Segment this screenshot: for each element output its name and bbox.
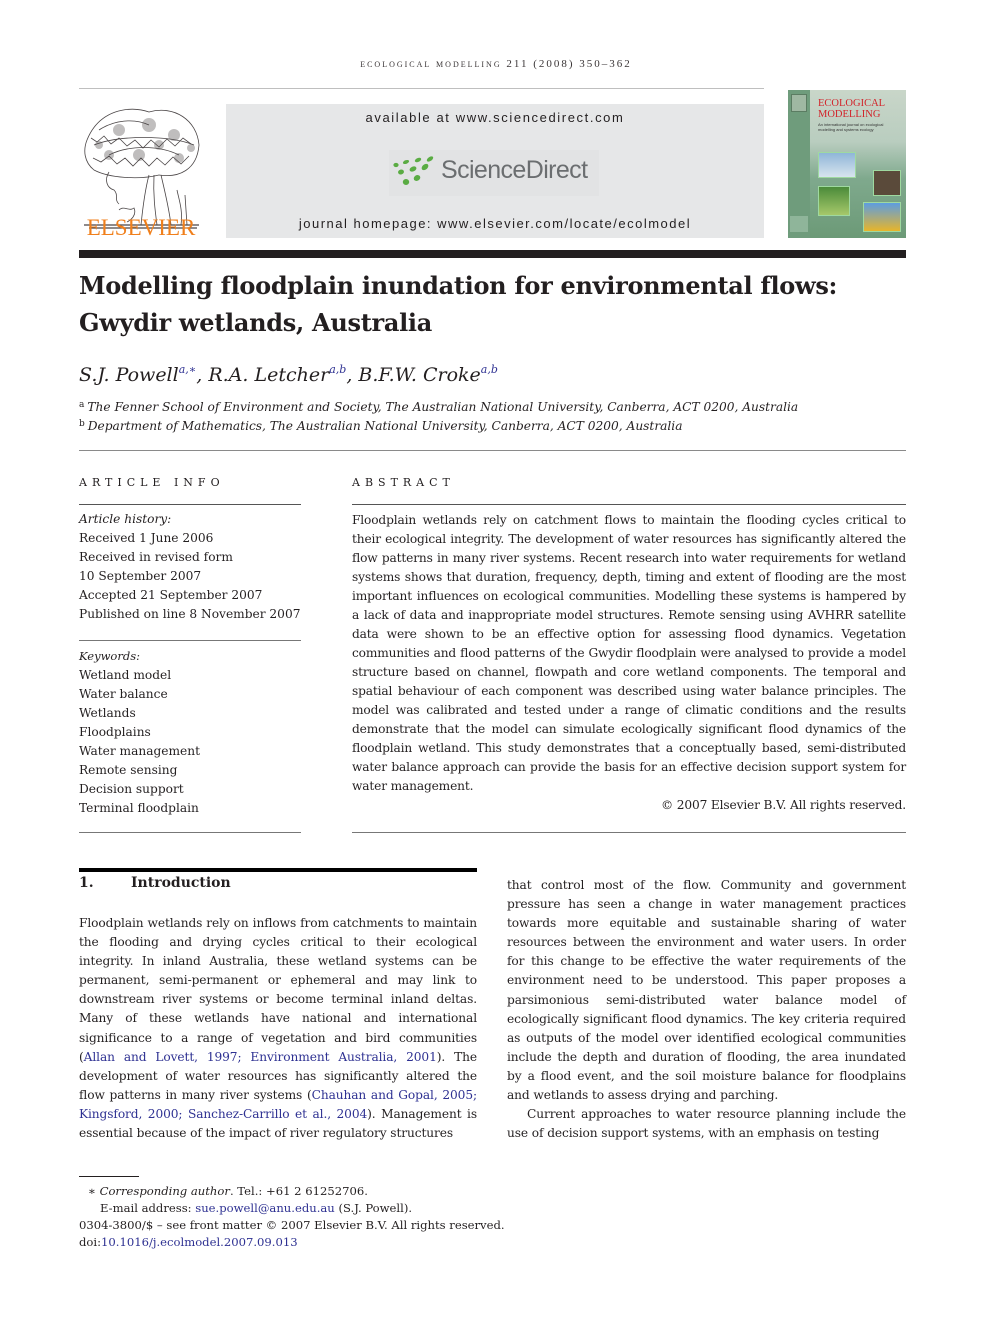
keywords-list: Keywords: Wetland model Water balance We…: [79, 647, 301, 818]
history-item: Received 1 June 2006: [79, 531, 214, 545]
affiliation-divider: [79, 450, 906, 451]
email-link[interactable]: sue.powell@anu.edu.au: [195, 1201, 335, 1215]
affiliation-a: a The Fenner School of Environment and So…: [79, 400, 799, 414]
available-at-link[interactable]: available at www.sciencedirect.com: [226, 110, 764, 125]
article-info-bottom-rule: [79, 832, 301, 833]
article-title: Modelling floodplain inundation for envi…: [79, 271, 838, 337]
doi-line: doi:10.1016/j.ecolmodel.2007.09.013: [79, 1235, 298, 1249]
cover-photo-bird: [818, 186, 850, 216]
intro-left-column: Floodplain wetlands rely on inflows from…: [79, 914, 477, 1143]
citation-link[interactable]: Allan and Lovett, 1997; Environment Aust…: [84, 1050, 437, 1064]
intro-paragraph: Floodplain wetlands rely on inflows from…: [79, 916, 478, 1141]
section-title: Introduction: [131, 875, 231, 891]
sciencedirect-wordmark: ScienceDirect: [441, 156, 588, 184]
abstract-heading: abstract: [352, 476, 455, 489]
article-info-heading: article info: [79, 476, 225, 489]
keyword-item: Floodplains: [79, 725, 151, 739]
author-affiliation-mark[interactable]: a,b: [329, 363, 346, 376]
history-item: Received in revised form: [79, 550, 233, 564]
abstract-bottom-rule: [352, 832, 906, 833]
abstract-divider: [352, 504, 906, 505]
intro-paragraph: Current approaches to water resource pla…: [507, 1107, 906, 1141]
title-divider: [79, 250, 906, 258]
author-name: R.A. Letcher: [208, 364, 330, 386]
author-affiliation-mark[interactable]: a,b: [481, 363, 498, 376]
history-item: Published on line 8 November 2007: [79, 607, 301, 621]
keyword-item: Decision support: [79, 782, 184, 796]
header-divider: [79, 88, 764, 89]
footnote-rule: [79, 1176, 139, 1177]
keyword-item: Wetland model: [79, 668, 172, 682]
history-item: Accepted 21 September 2007: [79, 588, 263, 602]
section-number: 1.: [79, 875, 94, 891]
sciencedirect-logo[interactable]: ScienceDirect: [389, 150, 599, 196]
footnotes: ∗ Corresponding author. Tel.: +61 2 6125…: [79, 1183, 539, 1251]
keywords-divider: [79, 640, 301, 641]
cover-isem-logo: [790, 216, 808, 232]
sciencedirect-banner: available at www.sciencedirect.com Scien…: [226, 104, 764, 238]
abstract-body: Floodplain wetlands rely on catchment fl…: [352, 511, 906, 815]
elsevier-wordmark: ELSEVIER: [86, 215, 196, 240]
journal-homepage-link[interactable]: journal homepage: www.elsevier.com/locat…: [226, 216, 764, 231]
issn-line: 0304-3800/$ – see front matter © 2007 El…: [79, 1218, 505, 1232]
keyword-item: Water management: [79, 744, 201, 758]
email-note: E-mail address: sue.powell@anu.edu.au (S…: [100, 1201, 413, 1215]
journal-cover-thumbnail[interactable]: ECOLOGICAL MODELLING An international jo…: [788, 90, 906, 238]
cover-photo-landscape: [818, 152, 856, 178]
running-head: Ecological Modelling 211 (2008) 350–362: [360, 58, 632, 70]
article-history: Article history: Received 1 June 2006 Re…: [79, 510, 301, 624]
author-name: B.F.W. Croke: [358, 364, 481, 386]
intro-paragraph: that control most of the flow. Community…: [507, 878, 906, 1103]
article-info-divider: [79, 504, 301, 505]
keyword-item: Water balance: [79, 687, 168, 701]
cover-photo-flower: [863, 202, 901, 232]
history-item: 10 September 2007: [79, 569, 202, 583]
author-list: S.J. Powella,∗, R.A. Letchera,b, B.F.W. …: [79, 363, 498, 386]
author-name: S.J. Powell: [79, 364, 179, 386]
cover-elsevier-mark: [791, 94, 807, 112]
cover-subtitle: An international journal on ecological m…: [818, 122, 884, 132]
intro-right-column: that control most of the flow. Community…: [507, 876, 906, 1143]
sciencedirect-dots-icon: [393, 156, 434, 185]
section-rule: [79, 868, 477, 872]
corresponding-author-note: ∗ Corresponding author. Tel.: +61 2 6125…: [88, 1184, 368, 1198]
author-affiliation-mark[interactable]: a,∗: [179, 363, 197, 376]
section-heading-introduction: 1. Introduction: [79, 875, 231, 891]
cover-photo-tree: [873, 170, 901, 196]
keyword-item: Wetlands: [79, 706, 136, 720]
keyword-item: Terminal floodplain: [79, 801, 199, 815]
abstract-copyright: © 2007 Elsevier B.V. All rights reserved…: [661, 798, 906, 812]
cover-title: ECOLOGICAL MODELLING: [818, 98, 886, 120]
affiliation-b: b Department of Mathematics, The Australi…: [79, 419, 683, 433]
doi-link[interactable]: 10.1016/j.ecolmodel.2007.09.013: [101, 1235, 298, 1249]
keyword-item: Remote sensing: [79, 763, 178, 777]
